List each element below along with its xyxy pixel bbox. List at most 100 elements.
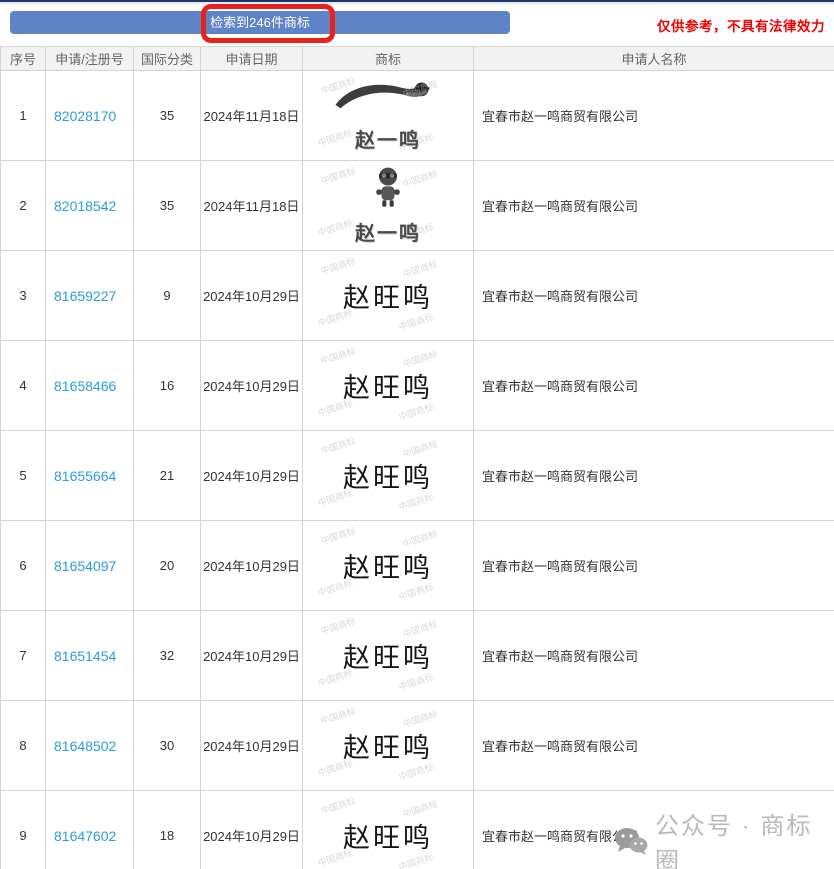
trademark-cell: 中国商标中国商标中国商标中国商标赵旺鸣	[303, 701, 474, 791]
flying-hero-logo-icon	[332, 79, 444, 122]
cell-watermark-text: 中国商标	[319, 163, 357, 186]
table-row: 5 81655664 212024年10月29日中国商标中国商标中国商标中国商标赵旺…	[1, 431, 834, 521]
trademark-text: 赵旺鸣	[343, 276, 433, 315]
trademark-cell: 中国商标中国商标中国商标中国商标赵一鸣	[303, 161, 474, 251]
applicant-cell: 宜春市赵一鸣商贸有限公司	[474, 521, 834, 611]
result-count-button[interactable]: 检索到246件商标	[10, 11, 510, 34]
application-date-cell: 2024年10月29日	[201, 431, 303, 521]
trademark-image: 中国商标中国商标中国商标中国商标赵旺鸣	[303, 342, 473, 430]
intl-class-cell: 20	[134, 521, 201, 611]
application-date-cell: 2024年10月29日	[201, 521, 303, 611]
intl-class-cell: 32	[134, 611, 201, 701]
intl-class-cell: 18	[134, 791, 201, 869]
applicant-cell: 宜春市赵一鸣商贸有限公司	[474, 71, 834, 161]
application-date-cell: 2024年11月18日	[201, 71, 303, 161]
trademark-image: 中国商标中国商标中国商标中国商标赵旺鸣	[303, 612, 473, 700]
seq-cell: 5	[1, 431, 46, 521]
application-number-link[interactable]: 82018542	[54, 198, 116, 214]
application-number-link[interactable]: 81655664	[54, 468, 116, 484]
application-number-cell: 81655664	[46, 431, 134, 521]
application-number-cell: 81651454	[46, 611, 134, 701]
trademark-image: 中国商标中国商标中国商标中国商标赵旺鸣	[303, 252, 473, 340]
seq-cell: 7	[1, 611, 46, 701]
application-number-cell: 82028170	[46, 71, 134, 161]
cell-watermark-text: 中国商标	[315, 126, 353, 149]
seq-cell: 3	[1, 251, 46, 341]
applicant-cell: 宜春市赵一鸣商贸有限公司	[474, 251, 834, 341]
intl-class-cell: 35	[134, 161, 201, 251]
application-number-cell: 81658466	[46, 341, 134, 431]
cell-watermark-text: 中国商标	[319, 523, 357, 546]
column-header: 序号	[1, 47, 46, 71]
trademark-image: 中国商标中国商标中国商标中国商标赵旺鸣	[303, 702, 473, 790]
wechat-watermark: 公众号 · 商标圈	[614, 806, 834, 869]
cell-watermark-text: 中国商标	[319, 433, 357, 456]
wechat-icon	[614, 827, 648, 856]
cell-watermark-text: 中国商标	[319, 703, 357, 726]
trademark-cell: 中国商标中国商标中国商标中国商标赵旺鸣	[303, 611, 474, 701]
seq-cell: 9	[1, 791, 46, 869]
trademark-cell: 中国商标中国商标中国商标中国商标赵旺鸣	[303, 251, 474, 341]
application-date-cell: 2024年10月29日	[201, 341, 303, 431]
application-number-cell: 81648502	[46, 701, 134, 791]
table-row: 481658466162024年10月29日中国商标中国商标中国商标中国商标赵旺…	[1, 341, 834, 431]
cell-watermark-text: 中国商标	[319, 793, 357, 816]
intl-class-cell: 21	[134, 431, 201, 521]
watermark-label: 公众号 · 商标圈	[655, 806, 834, 869]
trademark-text: 赵旺鸣	[343, 366, 433, 405]
table-row: 6 81654097 202024年10月29日中国商标中国商标中国商标中国商标赵旺…	[1, 521, 834, 611]
mascot-logo-icon	[370, 166, 406, 215]
application-number-link[interactable]: 81659227	[54, 288, 116, 304]
applicant-cell: 宜春市赵一鸣商贸有限公司	[474, 701, 834, 791]
trademark-text: 赵旺鸣	[343, 816, 433, 855]
applicant-cell: 宜春市赵一鸣商贸有限公司	[474, 431, 834, 521]
cell-watermark-text: 中国商标	[315, 216, 353, 239]
column-header: 申请人名称	[474, 47, 834, 71]
results-table: 序号申请/注册号国际分类申请日期商标申请人名称 182028170352024年…	[0, 46, 834, 869]
column-header: 申请/注册号	[46, 47, 134, 71]
table-row: 282018542352024年11月18日中国商标中国商标中国商标中国商标赵一…	[1, 161, 834, 251]
trademark-cell: 中国商标中国商标中国商标中国商标赵旺鸣	[303, 431, 474, 521]
column-header: 国际分类	[134, 47, 201, 71]
application-number-cell: 81654097	[46, 521, 134, 611]
trademark-image: 中国商标中国商标中国商标中国商标赵一鸣	[303, 162, 473, 250]
trademark-cell: 中国商标中国商标中国商标中国商标赵旺鸣	[303, 791, 474, 869]
seq-cell: 6	[1, 521, 46, 611]
trademark-text: 赵旺鸣	[343, 636, 433, 675]
application-number-cell: 81659227	[46, 251, 134, 341]
application-number-link[interactable]: 81651454	[54, 648, 116, 664]
applicant-cell: 宜春市赵一鸣商贸有限公司	[474, 161, 834, 251]
application-number-link[interactable]: 81648502	[54, 738, 116, 754]
table-row: 8 81648502 302024年10月29日中国商标中国商标中国商标中国商标赵旺…	[1, 701, 834, 791]
trademark-image: 中国商标中国商标中国商标中国商标赵旺鸣	[303, 432, 473, 520]
application-number-link[interactable]: 81647602	[54, 828, 116, 844]
intl-class-cell: 30	[134, 701, 201, 791]
intl-class-cell: 35	[134, 71, 201, 161]
application-number-link[interactable]: 82028170	[54, 108, 116, 124]
cell-watermark-text: 中国商标	[400, 167, 438, 190]
trademark-cell: 中国商标中国商标中国商标中国商标赵旺鸣	[303, 521, 474, 611]
top-navigation-bar	[0, 0, 834, 4]
intl-class-cell: 9	[134, 251, 201, 341]
application-number-link[interactable]: 81654097	[54, 558, 116, 574]
trademark-text: 赵旺鸣	[343, 726, 433, 765]
table-row: 781651454322024年10月29日中国商标中国商标中国商标中国商标赵旺…	[1, 611, 834, 701]
application-number-cell: 82018542	[46, 161, 134, 251]
application-date-cell: 2024年10月29日	[201, 791, 303, 869]
cell-watermark-text: 中国商标	[319, 343, 357, 366]
application-date-cell: 2024年10月29日	[201, 251, 303, 341]
application-date-cell: 2024年11月18日	[201, 161, 303, 251]
disclaimer-text: 仅供参考，不具有法律效力	[657, 15, 825, 35]
results-table-header: 序号申请/注册号国际分类申请日期商标申请人名称	[1, 47, 834, 71]
trademark-search-results-page: 检索到246件商标 仅供参考，不具有法律效力 序号申请/注册号国际分类申请日期商…	[0, 0, 834, 869]
trademark-text: 赵一鸣	[355, 217, 421, 246]
intl-class-cell: 16	[134, 341, 201, 431]
application-number-cell: 81647602	[46, 791, 134, 869]
table-row: 182028170352024年11月18日中国商标中国商标中国商标中国商标赵一…	[1, 71, 834, 161]
application-number-link[interactable]: 81658466	[54, 378, 116, 394]
seq-cell: 8	[1, 701, 46, 791]
cell-watermark-text: 中国商标	[319, 253, 357, 276]
column-header: 申请日期	[201, 47, 303, 71]
header-row: 序号申请/注册号国际分类申请日期商标申请人名称	[1, 47, 834, 71]
application-date-cell: 2024年10月29日	[201, 701, 303, 791]
